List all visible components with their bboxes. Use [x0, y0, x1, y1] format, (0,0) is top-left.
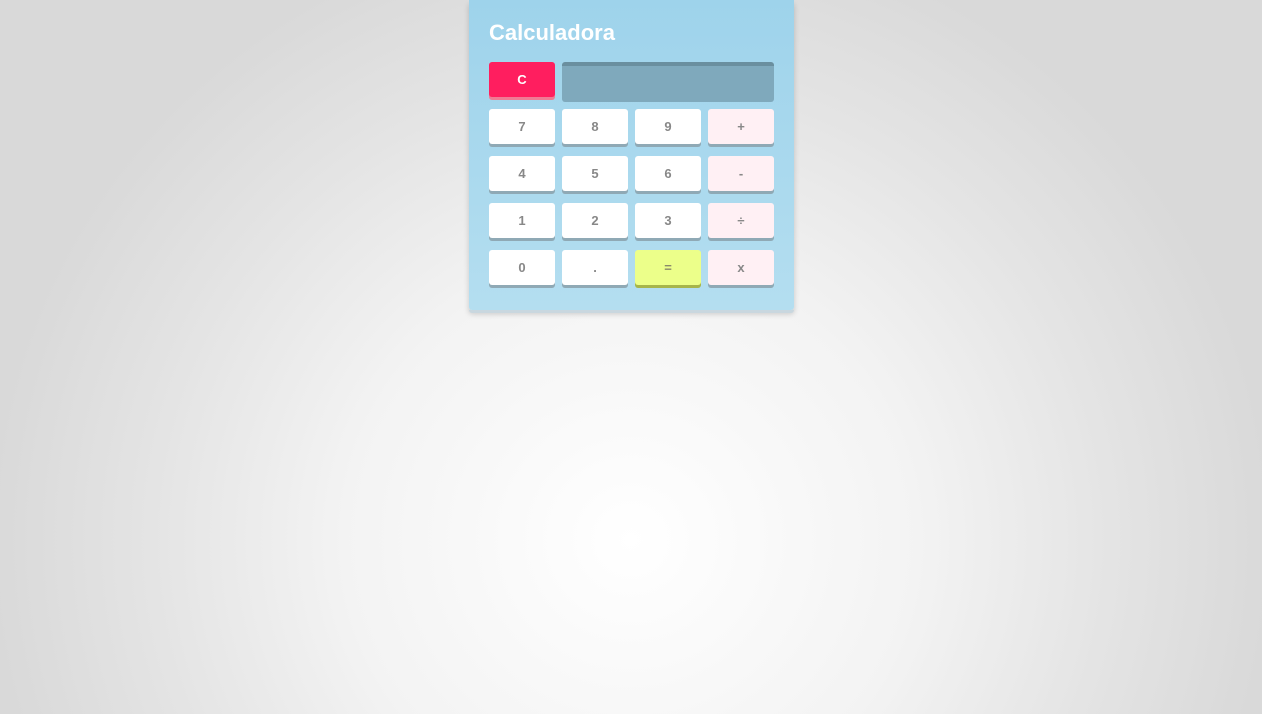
- calculator: Calculadora C 7 8 9 + 4 5 6 - 1 2 3 ÷ 0 …: [469, 0, 794, 313]
- equals-button[interactable]: =: [635, 250, 701, 285]
- divide-button[interactable]: ÷: [708, 203, 774, 238]
- digit-1-button[interactable]: 1: [489, 203, 555, 238]
- digit-5-button[interactable]: 5: [562, 156, 628, 191]
- digit-0-button[interactable]: 0: [489, 250, 555, 285]
- decimal-point-button[interactable]: .: [562, 250, 628, 285]
- calculator-display: [562, 62, 774, 102]
- subtract-button[interactable]: -: [708, 156, 774, 191]
- multiply-button[interactable]: x: [708, 250, 774, 285]
- digit-3-button[interactable]: 3: [635, 203, 701, 238]
- digit-9-button[interactable]: 9: [635, 109, 701, 144]
- calculator-title: Calculadora: [489, 20, 615, 45]
- digit-6-button[interactable]: 6: [635, 156, 701, 191]
- digit-8-button[interactable]: 8: [562, 109, 628, 144]
- clear-button[interactable]: C: [489, 62, 555, 97]
- digit-2-button[interactable]: 2: [562, 203, 628, 238]
- digit-4-button[interactable]: 4: [489, 156, 555, 191]
- digit-7-button[interactable]: 7: [489, 109, 555, 144]
- add-button[interactable]: +: [708, 109, 774, 144]
